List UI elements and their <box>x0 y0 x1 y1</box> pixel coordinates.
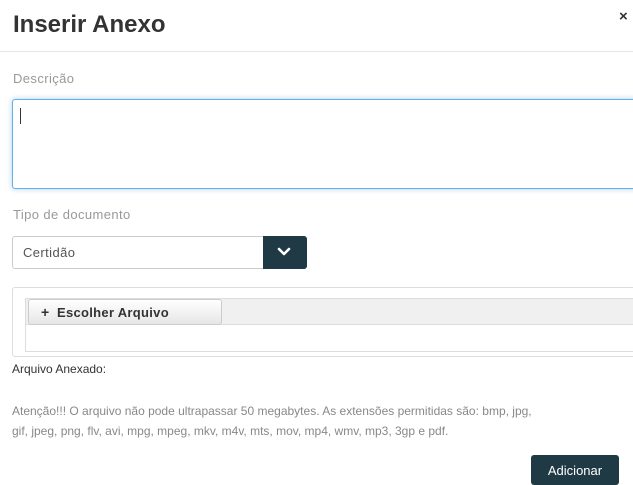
notice-line-1: Atenção!!! O arquivo não pode ultrapassa… <box>12 404 532 418</box>
add-button[interactable]: Adicionar <box>531 455 619 485</box>
modal-header: Inserir Anexo × <box>0 0 633 52</box>
description-label: Descrição <box>13 71 75 86</box>
selected-file-field[interactable] <box>25 325 633 352</box>
chevron-down-icon <box>277 247 291 256</box>
doc-type-select[interactable]: Certidão <box>12 236 307 269</box>
file-upload-panel: + Escolher Arquivo <box>12 287 633 357</box>
choose-file-button[interactable]: + Escolher Arquivo <box>28 299 222 325</box>
modal-title: Inserir Anexo <box>13 11 166 38</box>
choose-file-label: Escolher Arquivo <box>57 305 169 320</box>
close-icon[interactable]: × <box>619 9 633 25</box>
upload-notice: Atenção!!! O arquivo não pode ultrapassa… <box>12 401 633 441</box>
description-textarea[interactable] <box>12 99 633 189</box>
text-caret <box>20 108 21 124</box>
add-button-label: Adicionar <box>547 463 603 478</box>
plus-icon: + <box>41 304 50 320</box>
doc-type-label: Tipo de documento <box>13 207 131 222</box>
notice-line-2: gif, jpeg, png, flv, avi, mpg, mpeg, mkv… <box>12 424 449 438</box>
attached-file-label: Arquivo Anexado: <box>12 362 107 376</box>
dropdown-toggle[interactable] <box>263 236 307 269</box>
close-glyph: × <box>619 8 628 25</box>
doc-type-selected-value: Certidão <box>23 245 76 260</box>
